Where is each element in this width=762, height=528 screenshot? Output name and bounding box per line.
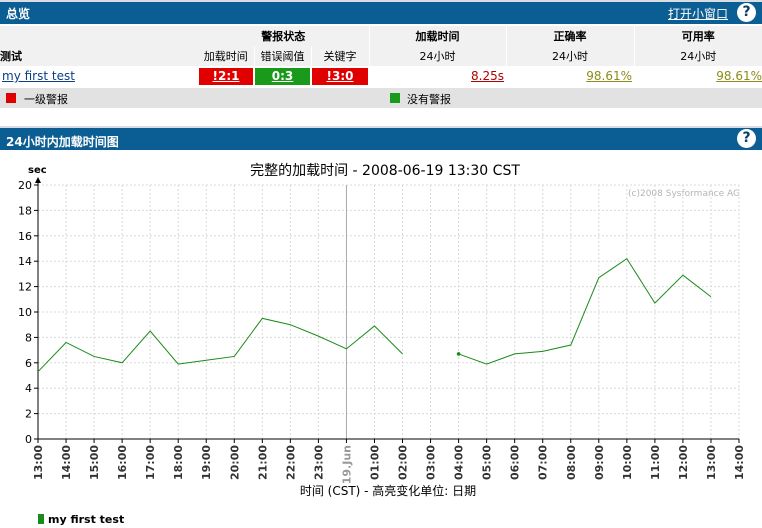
x-tick-label: 23:00: [312, 445, 325, 480]
y-tick-label: 16: [18, 230, 32, 243]
x-axis-label: 时间 (CST) - 高亮变化单位: 日期: [300, 483, 476, 498]
x-tick-label: 01:00: [368, 445, 381, 480]
status-keyword-badge[interactable]: !3:0: [312, 67, 368, 85]
x-tick-label: 08:00: [565, 445, 578, 480]
x-tick-label: 18:00: [172, 445, 185, 480]
load-time-chart: 完整的加载时间 - 2008-06-19 13:30 CST (c)2008 S…: [0, 154, 762, 528]
header-alert-status: 警报状态: [198, 26, 369, 46]
accuracy-link[interactable]: 98.61%: [586, 69, 632, 83]
header-availability: 可用率: [633, 26, 762, 46]
alert-legend: 一级警报 没有警报: [0, 88, 762, 108]
y-axis-arrow: [35, 177, 41, 183]
table-row: my first test !2:1 0:3 !3:0 8.25s 98.61%…: [0, 66, 762, 86]
x-tick-label: 05:00: [481, 445, 494, 480]
overview-header: 总览 打开小窗口 ?: [0, 0, 762, 24]
help-icon[interactable]: ?: [737, 3, 756, 22]
x-tick-label: 12:00: [677, 445, 690, 480]
status-load-badge[interactable]: !2:1: [199, 67, 253, 85]
overview-title: 总览: [6, 7, 31, 21]
x-tick-label: 06:00: [509, 445, 522, 480]
chart-help-icon[interactable]: ?: [737, 129, 756, 148]
x-tick-label: 14:00: [733, 445, 746, 480]
header-test: 测试: [0, 46, 198, 66]
series-line: [458, 257, 712, 365]
subheader-error: 错误阈值: [253, 46, 311, 66]
y-tick-label: 4: [25, 382, 32, 395]
subheader-keyword: 关键字: [310, 46, 369, 66]
x-tick-label: 17:00: [144, 445, 157, 480]
x-tick-label: 04:00: [453, 445, 466, 480]
y-tick-label: 6: [25, 357, 32, 370]
x-tick-label: 21:00: [256, 445, 269, 480]
subheader-24h-availability: 24小时: [633, 46, 762, 66]
x-tick-label: 16:00: [116, 445, 129, 480]
x-tick-label: 03:00: [425, 445, 438, 480]
chart-section-title: 24小时内加载时间图: [6, 135, 119, 149]
green-square-icon: [390, 93, 400, 103]
series-line: [37, 317, 403, 373]
y-tick-label: 0: [25, 433, 32, 446]
y-tick-label: 8: [25, 331, 32, 344]
status-error-badge[interactable]: 0:3: [255, 67, 310, 85]
chart-section-header: 24小时内加载时间图 ?: [0, 126, 762, 150]
y-tick-label: 2: [25, 408, 32, 421]
x-tick-label: 11:00: [649, 445, 662, 480]
overview-table: 警报状态 加载时间 正确率 可用率 测试 加载时间 错误阈值 关键字 24小时 …: [0, 26, 762, 86]
load-time-link[interactable]: 8.25s: [471, 69, 504, 83]
legend-red-label: 一级警报: [24, 93, 68, 106]
x-tick-label: 09:00: [593, 445, 606, 480]
x-tick-label: 15:00: [88, 445, 101, 480]
open-popup-link[interactable]: 打开小窗口: [668, 5, 728, 22]
x-tick-label: 02:00: [397, 445, 410, 480]
availability-link[interactable]: 98.61%: [716, 69, 762, 83]
y-tick-label: 14: [18, 255, 32, 268]
legend-series-label: my first test: [48, 513, 124, 526]
chart-svg: 完整的加载时间 - 2008-06-19 13:30 CST (c)2008 S…: [18, 163, 746, 526]
header-accuracy: 正确率: [505, 26, 634, 46]
y-tick-label: 20: [18, 179, 32, 192]
x-tick-label: 10:00: [621, 445, 634, 480]
y-tick-label: 10: [18, 306, 32, 319]
x-tick-label: 19:00: [200, 445, 213, 480]
subheader-24h-load: 24小时: [368, 46, 506, 66]
chart-watermark: (c)2008 Sysformance AG: [628, 189, 740, 199]
legend-swatch: [38, 514, 44, 524]
chart-title: 完整的加载时间 - 2008-06-19 13:30 CST: [250, 163, 520, 179]
x-tick-label: 13:00: [705, 445, 718, 480]
header-load-time: 加载时间: [368, 26, 506, 46]
subheader-24h-accuracy: 24小时: [505, 46, 634, 66]
legend-green-label: 没有警报: [407, 93, 451, 106]
x-tick-label: 14:00: [60, 445, 73, 480]
x-tick-label: 20:00: [228, 445, 241, 480]
y-axis-label: sec: [28, 165, 47, 176]
test-name-link[interactable]: my first test: [2, 69, 75, 83]
x-tick-label: 22:00: [284, 445, 297, 480]
x-tick-label: 13:00: [32, 445, 45, 480]
x-tick-label: 07:00: [537, 445, 550, 480]
y-tick-label: 12: [18, 281, 32, 294]
x-tick-label: 19.Jun: [340, 445, 353, 484]
y-tick-label: 18: [18, 204, 32, 217]
subheader-load: 加载时间: [198, 46, 254, 66]
red-square-icon: [6, 93, 16, 103]
